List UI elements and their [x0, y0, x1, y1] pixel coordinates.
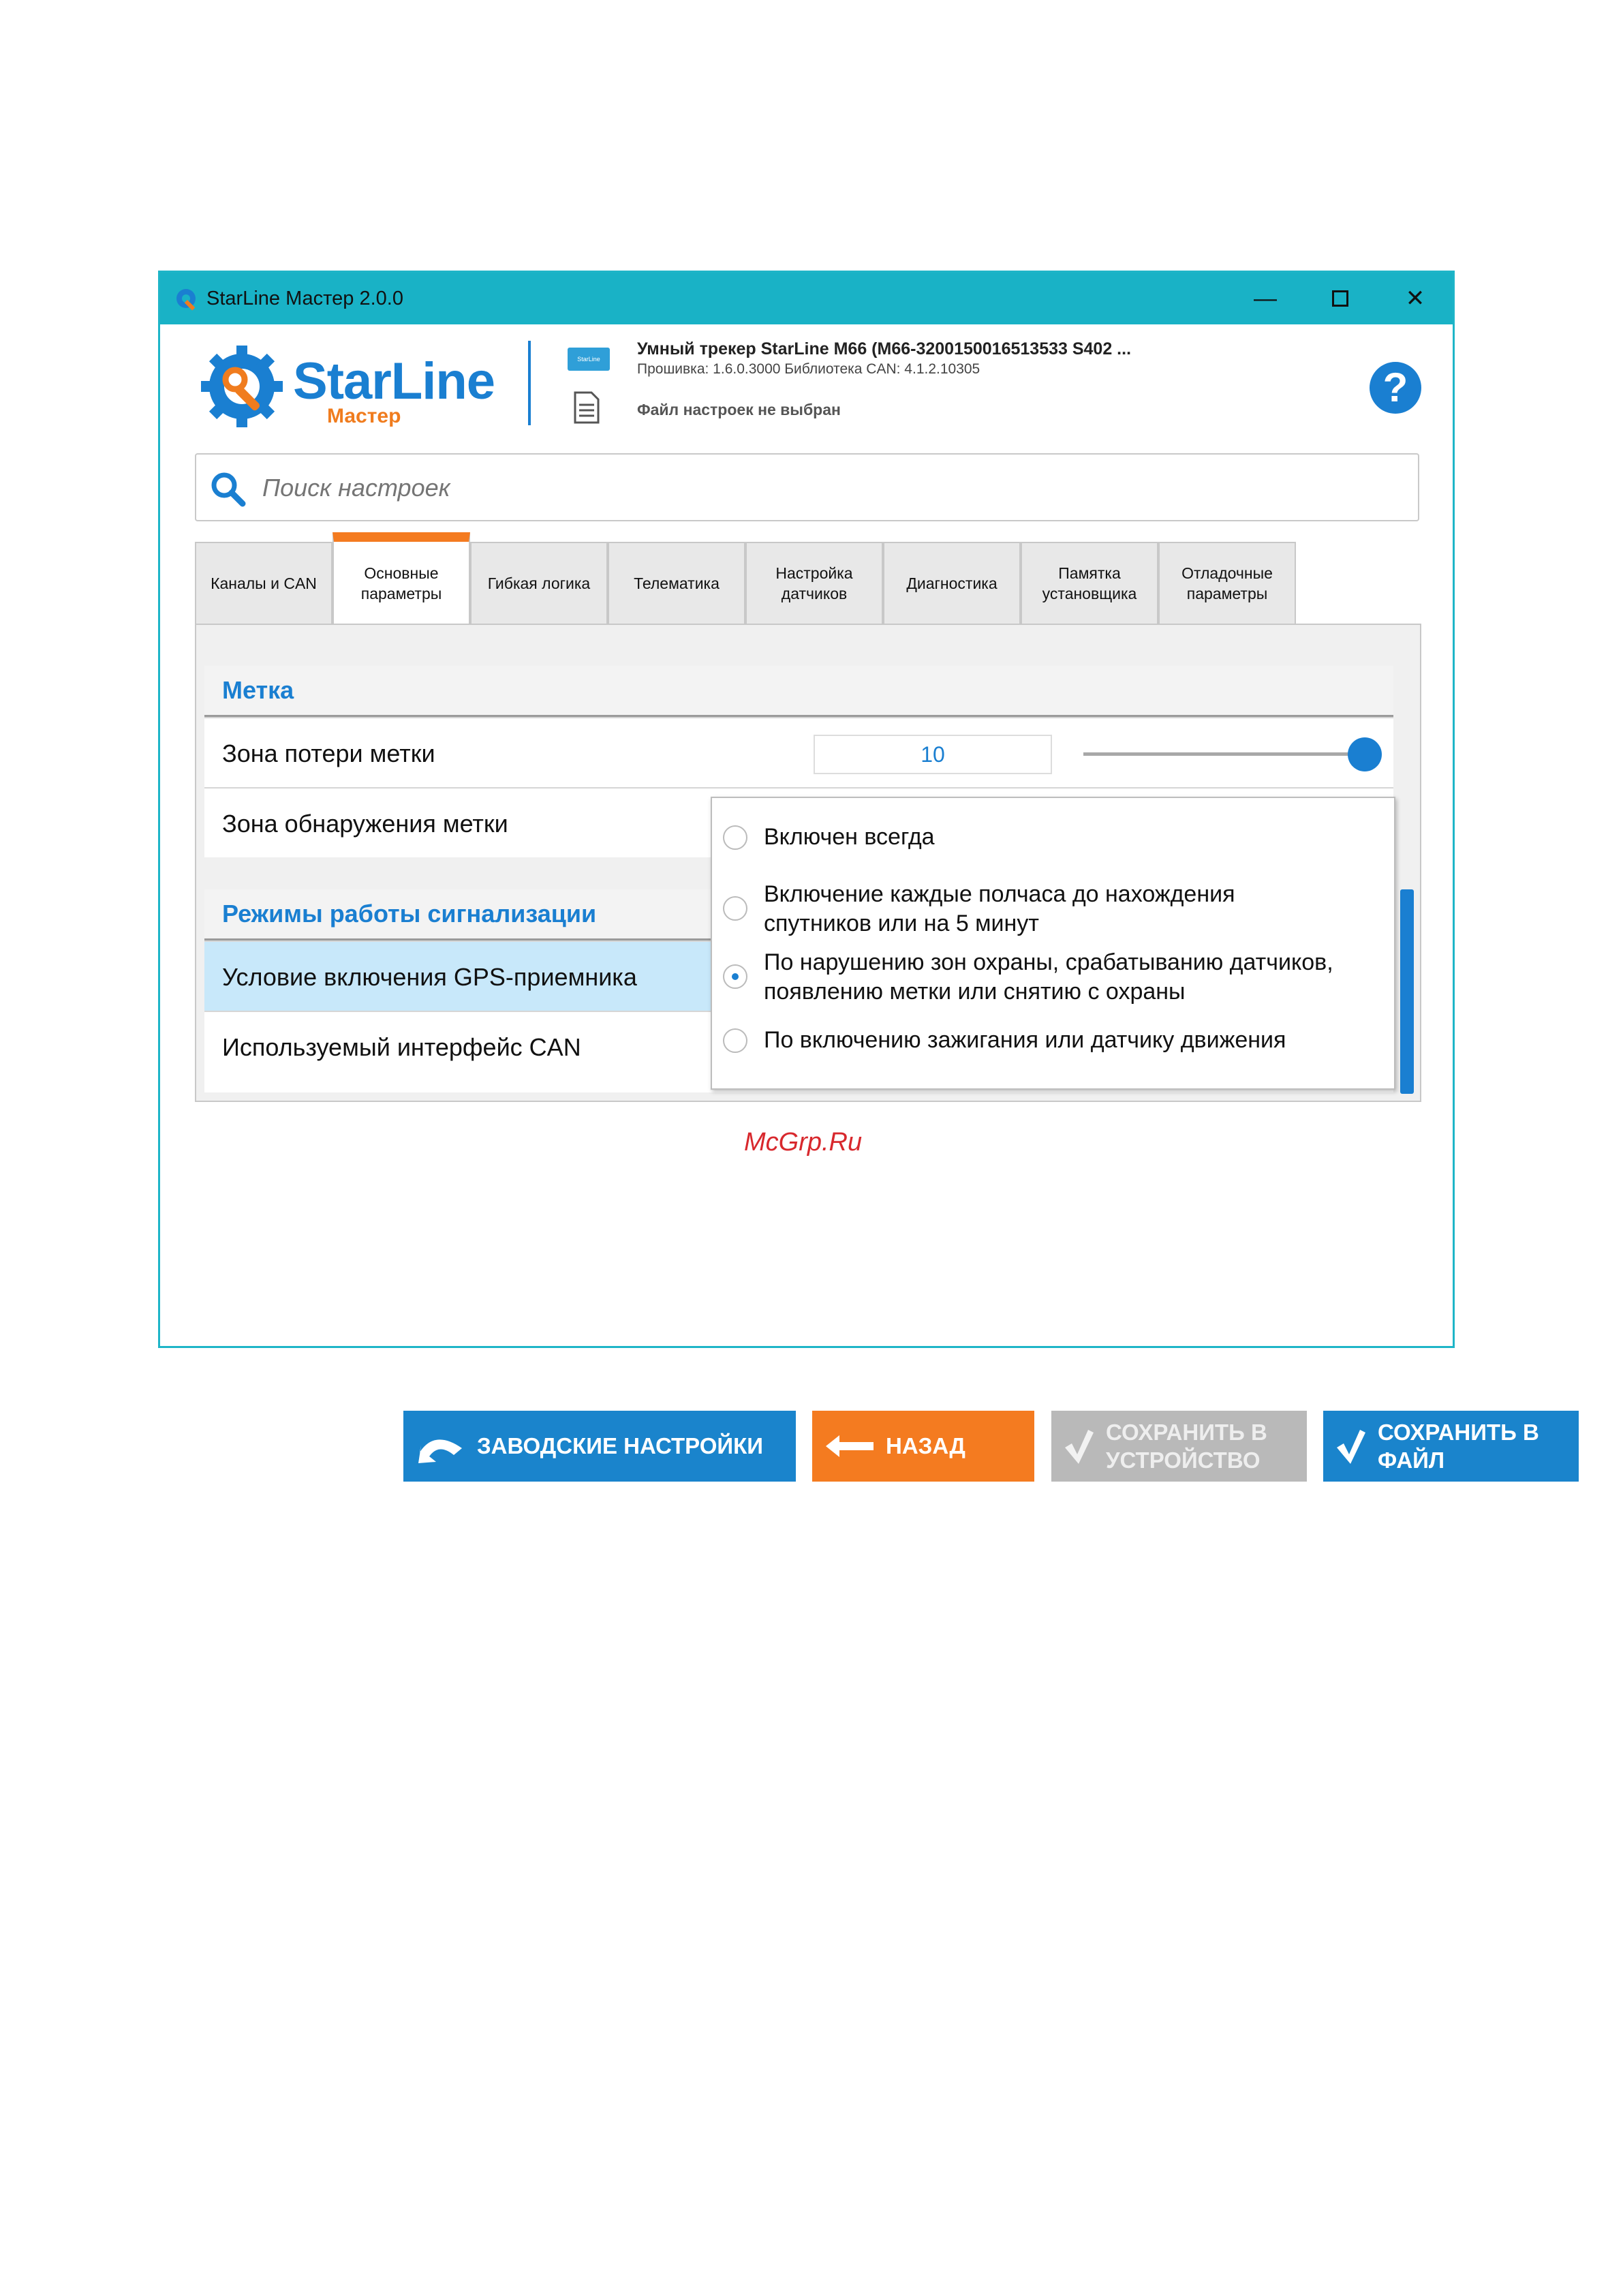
save-to-device-button[interactable]: СОХРАНИТЬ В УСТРОЙСТВО — [1051, 1411, 1307, 1482]
minimize-button[interactable]: — — [1228, 273, 1303, 324]
dropdown-option[interactable]: По включению зажигания или датчику движе… — [723, 1026, 1377, 1055]
minimize-icon: — — [1254, 285, 1277, 311]
logo-text: StarLine — [293, 352, 495, 410]
header: StarLine Мастер StarLine Умный трекер St… — [160, 324, 1453, 433]
factory-reset-button[interactable]: ЗАВОДСКИЕ НАСТРОЙКИ — [403, 1411, 796, 1482]
radio-button-selected[interactable] — [723, 964, 747, 989]
arrow-left-icon — [826, 1435, 874, 1457]
settings-file-status: Файл настроек не выбран — [637, 401, 841, 418]
tab-debug-params[interactable]: Отладочные параметры — [1158, 542, 1296, 625]
radio-button[interactable] — [723, 825, 747, 850]
close-icon: ✕ — [1405, 286, 1425, 311]
tab-label: Отладочные параметры — [1181, 564, 1273, 602]
section-title: Метка — [204, 666, 1393, 715]
back-button[interactable]: НАЗАД — [812, 1411, 1034, 1482]
checkmark-icon — [1337, 1430, 1365, 1464]
option-label: Включение каждые полчаса до нахождения с… — [764, 881, 1235, 936]
tab-label: Гибкая логика — [487, 575, 591, 593]
tag-loss-zone-value[interactable]: 10 — [814, 735, 1052, 774]
setting-label: Зона обнаружения метки — [222, 810, 508, 838]
tab-label: Памятка установщика — [1042, 564, 1137, 602]
starline-logo: StarLine Мастер — [198, 342, 511, 431]
button-label: СОХРАНИТЬ В УСТРОЙСТВО — [1106, 1419, 1267, 1473]
tab-label: Диагностика — [906, 575, 998, 593]
help-button[interactable]: ? — [1370, 362, 1421, 414]
setting-label: Используемый интерфейс CAN — [222, 1033, 581, 1061]
device-name: Умный трекер StarLine M66 (M66-320015001… — [637, 339, 1132, 358]
tag-loss-zone-slider[interactable] — [1083, 752, 1363, 756]
tab-sensors[interactable]: Настройка датчиков — [745, 542, 883, 625]
tab-flex-logic[interactable]: Гибкая логика — [470, 542, 608, 625]
setting-label: Зона потери метки — [222, 739, 435, 767]
button-label: СОХРАНИТЬ В ФАЙЛ — [1378, 1419, 1539, 1473]
window-title: StarLine Мастер 2.0.0 — [206, 287, 403, 309]
device-icon: StarLine — [568, 348, 610, 371]
dropdown-option[interactable]: По нарушению зон охраны, срабатыванию да… — [723, 948, 1377, 1007]
close-button[interactable]: ✕ — [1378, 273, 1453, 324]
setting-label: Условие включения GPS-приемника — [222, 963, 637, 991]
tab-label: Телематика — [634, 575, 720, 593]
tab-telematics[interactable]: Телематика — [608, 542, 745, 625]
panel-scrollbar[interactable] — [1400, 889, 1414, 1094]
firmware-info: Прошивка: 1.6.0.3000 Библиотека CAN: 4.1… — [637, 361, 980, 377]
tab-main-params[interactable]: Основные параметры — [333, 532, 470, 626]
option-label: По нарушению зон охраны, срабатыванию да… — [764, 949, 1333, 1005]
maximize-button[interactable] — [1303, 273, 1378, 324]
save-to-file-button[interactable]: СОХРАНИТЬ В ФАЙЛ — [1323, 1411, 1579, 1482]
setting-row-tag-loss-zone[interactable]: Зона потери метки 10 — [204, 717, 1393, 787]
slider-thumb[interactable] — [1348, 737, 1382, 771]
logo-subtitle: Мастер — [327, 405, 401, 427]
tab-diagnostics[interactable]: Диагностика — [883, 542, 1021, 625]
button-label: ЗАВОДСКИЕ НАСТРОЙКИ — [477, 1433, 763, 1459]
tab-label: Каналы и CAN — [211, 575, 317, 593]
button-label: НАЗАД — [886, 1433, 965, 1459]
dropdown-option[interactable]: Включение каждые полчаса до нахождения с… — [723, 880, 1377, 938]
search-box[interactable] — [195, 453, 1419, 521]
radio-button[interactable] — [723, 896, 747, 921]
tab-label: Основные параметры — [360, 564, 442, 602]
dropdown-option[interactable]: Включен всегда — [723, 823, 1377, 852]
search-input[interactable] — [261, 467, 1354, 509]
option-label: Включен всегда — [764, 824, 935, 850]
search-icon — [211, 472, 246, 507]
header-divider — [528, 341, 531, 425]
maximize-icon — [1332, 290, 1348, 307]
tab-installer-memo[interactable]: Памятка установщика — [1021, 542, 1158, 625]
option-label: По включению зажигания или датчику движе… — [764, 1027, 1286, 1053]
gps-condition-dropdown[interactable]: Включен всегда Включение каждые полчаса … — [711, 797, 1395, 1090]
logo-gear-icon — [201, 346, 283, 427]
undo-arrow-icon — [418, 1439, 462, 1463]
radio-button[interactable] — [723, 1028, 747, 1053]
title-bar: StarLine Мастер 2.0.0 — ✕ — [160, 273, 1453, 324]
app-gear-icon — [176, 289, 196, 311]
checkmark-icon — [1065, 1430, 1094, 1464]
watermark: McGrp.Ru — [744, 1128, 863, 1157]
tab-label: Настройка датчиков — [775, 564, 853, 602]
tab-channels-can[interactable]: Каналы и CAN — [195, 542, 333, 625]
file-icon — [574, 391, 600, 424]
